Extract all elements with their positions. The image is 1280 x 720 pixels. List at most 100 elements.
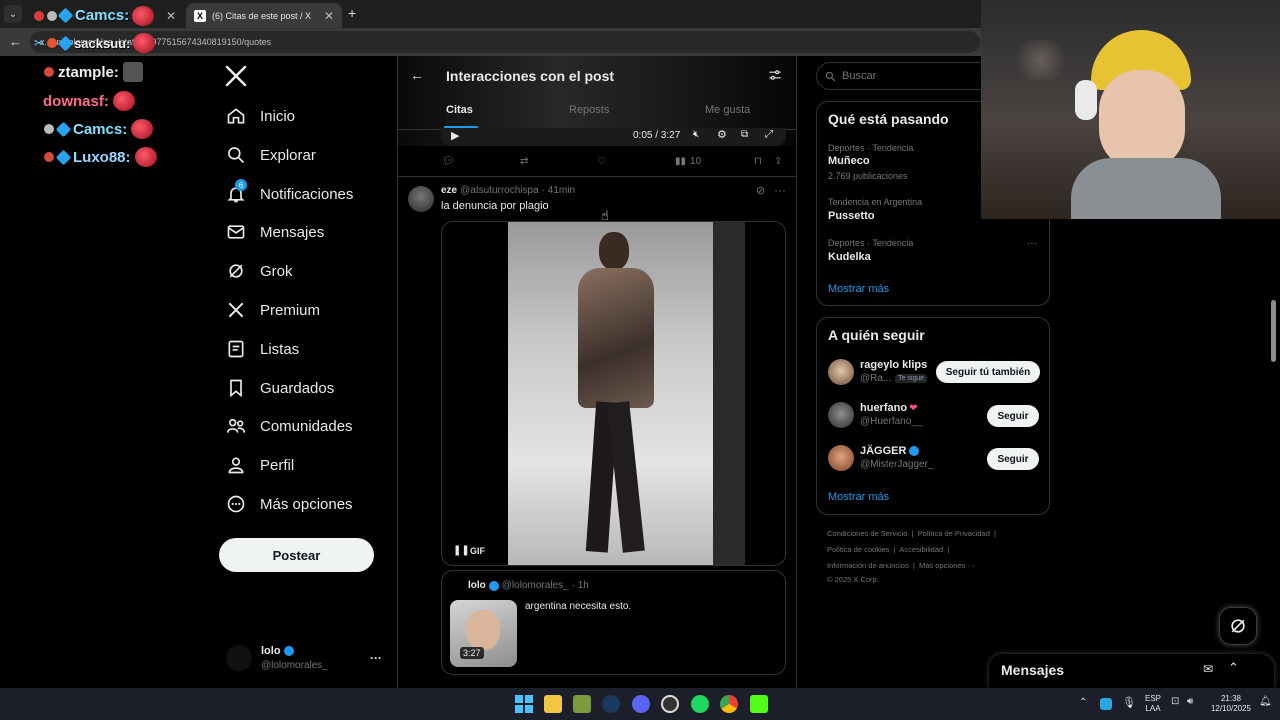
footer-link[interactable]: Condiciones de Servicio	[827, 529, 907, 538]
new-message-icon[interactable]: ✉	[1203, 662, 1213, 676]
steam-icon[interactable]	[602, 695, 620, 713]
tab-list-button[interactable]: ⌄	[4, 5, 22, 23]
avatar[interactable]	[828, 402, 854, 428]
avatar[interactable]	[828, 445, 854, 471]
tweet-header: eze @atsuturrochispa · 41min	[441, 185, 575, 196]
settings-icon[interactable]: ⚙	[717, 128, 727, 141]
back-arrow-icon[interactable]: ←	[410, 67, 424, 83]
follow-name[interactable]: huerfano	[860, 402, 907, 414]
back-arrow-icon[interactable]: ←	[9, 34, 22, 49]
footer-link[interactable]: Política de Privacidad	[918, 529, 990, 538]
post-button[interactable]: Postear	[219, 538, 374, 572]
quoted-post[interactable]: lolo @lolomorales_ · 1h 3:27 argentina n…	[441, 570, 786, 675]
show-more-link[interactable]: Mostrar más	[828, 491, 889, 503]
nav-item-notificaciones[interactable]: 6 Notificaciones	[226, 179, 353, 209]
discord-icon[interactable]	[632, 695, 650, 713]
account-switcher[interactable]: lolo @lolomorales_ ···	[226, 643, 386, 675]
chrome-icon[interactable]	[720, 695, 738, 713]
bookmark-icon[interactable]: ⊓	[754, 156, 762, 167]
kick-icon[interactable]	[750, 695, 768, 713]
main-column: ← Interacciones con el post Citas Repost…	[397, 56, 797, 688]
clock[interactable]: 21:38 12/10/2025	[1206, 694, 1256, 714]
file-explorer-icon[interactable]	[544, 695, 562, 713]
spotify-icon[interactable]	[691, 695, 709, 713]
windows-start-icon[interactable]	[515, 695, 533, 713]
language-code: ESP	[1144, 694, 1161, 703]
follow-name[interactable]: JÄGGER	[860, 445, 906, 457]
like-icon[interactable]: ♡	[597, 156, 606, 167]
nav-item-premium[interactable]: Premium	[226, 295, 320, 325]
language-indicator[interactable]: ESP LAA	[1143, 694, 1163, 714]
mail-icon	[227, 225, 245, 239]
grok-icon[interactable]: ⊘	[756, 184, 765, 197]
tab-me-gusta[interactable]: Me gusta	[705, 104, 750, 116]
footer-link[interactable]: Información de anuncios	[827, 561, 909, 570]
grok-floating-button[interactable]	[1219, 607, 1257, 645]
close-tab-icon[interactable]: ✕	[166, 9, 176, 23]
footer-link[interactable]: Más opciones ···	[919, 561, 975, 570]
footer-link[interactable]: Política de cookies	[827, 545, 890, 554]
play-icon[interactable]: ▶	[451, 129, 459, 142]
nav-item-explorar[interactable]: Explorar	[226, 140, 316, 170]
follows-you-tag: Te sigue	[895, 374, 928, 383]
tweet-gif-media[interactable]: ❚❚ GIF	[441, 221, 786, 566]
nav-item-grok[interactable]: Grok	[226, 256, 293, 286]
tweet-author-name[interactable]: eze	[441, 185, 457, 196]
tweet-author-handle[interactable]: @atsuturrochispa	[460, 185, 539, 196]
tweet-time[interactable]: · 41min	[542, 185, 575, 196]
tab-citas[interactable]: Citas	[446, 104, 473, 116]
nav-item-mensajes[interactable]: Mensajes	[226, 217, 324, 247]
follow-name[interactable]: rageylo klips	[860, 359, 927, 371]
pause-icon[interactable]: ❚❚	[453, 545, 470, 556]
network-icon[interactable]: ⊡	[1171, 696, 1179, 707]
nav-item-perfil[interactable]: Perfil	[226, 450, 294, 480]
share-icon[interactable]: ⇪	[774, 156, 782, 167]
follow-button[interactable]: Seguir	[987, 448, 1039, 470]
notification-bell-icon[interactable]: 🔔︎	[1259, 696, 1272, 707]
minecraft-icon[interactable]	[573, 695, 591, 713]
follow-back-button[interactable]: Seguir tú también	[936, 361, 1040, 383]
nav-item-mas-opciones[interactable]: Más opciones	[226, 489, 353, 519]
browser-tab-camcs[interactable]: Camcs: ✕	[26, 3, 184, 28]
search-input[interactable]: Buscar	[816, 62, 1006, 90]
repost-icon[interactable]: ⇄	[520, 156, 528, 167]
avatar[interactable]	[408, 186, 434, 212]
nav-item-inicio[interactable]: Inicio	[226, 101, 295, 131]
collapse-up-icon[interactable]: ⌃	[1228, 660, 1239, 676]
nav-item-listas[interactable]: Listas	[226, 334, 299, 364]
account-more-icon[interactable]: ···	[370, 651, 382, 665]
close-tab-icon[interactable]: ✕	[324, 9, 334, 23]
nav-item-comunidades[interactable]: Comunidades	[226, 411, 353, 441]
more-options-icon[interactable]: ···	[774, 183, 786, 197]
red-favicon-icon	[34, 10, 44, 21]
fullscreen-icon[interactable]: ⤢	[765, 129, 773, 140]
volume-icon[interactable]: 🔊︎	[1187, 696, 1193, 707]
x-logo-icon[interactable]	[224, 64, 248, 88]
browser-tab-x-quotes[interactable]: X (6) Citas de este post / X ✕	[186, 3, 342, 28]
footer-link[interactable]: Accesibilidad	[899, 545, 943, 554]
trend-more-icon[interactable]: ···	[1027, 238, 1037, 249]
reply-icon[interactable]: 💬︎	[442, 156, 455, 167]
obs-icon[interactable]	[661, 695, 679, 713]
avatar[interactable]	[828, 359, 854, 385]
chat-username: sacksuu:	[74, 35, 131, 51]
follow-button[interactable]: Seguir	[987, 405, 1039, 427]
tray-app-icon[interactable]	[1100, 698, 1112, 710]
home-icon	[227, 108, 245, 124]
popout-icon[interactable]: ⧉	[741, 129, 748, 140]
nav-item-guardados[interactable]: Guardados	[226, 373, 334, 403]
follow-name-row: JÄGGER	[860, 445, 920, 457]
quoted-video-thumbnail[interactable]: 3:27	[450, 600, 517, 667]
microphone-icon[interactable]: 🎙︎	[1122, 696, 1136, 709]
messages-drawer[interactable]: Mensajes ✉ ⌃	[989, 654, 1274, 688]
views-icon[interactable]: ▮▮	[675, 156, 686, 167]
tray-chevron-icon[interactable]: ⌃	[1079, 697, 1087, 708]
footer-row: Información de anuncios | Más opciones ·…	[827, 561, 975, 570]
filter-settings-icon[interactable]	[768, 68, 782, 87]
page-scrollbar[interactable]	[1271, 300, 1276, 362]
new-tab-button[interactable]: +	[348, 5, 356, 21]
mute-icon[interactable]: 🔇︎	[693, 129, 699, 140]
url-field[interactable]: x.com/lolomorales_/status/19775156743408…	[30, 31, 980, 53]
tab-reposts[interactable]: Reposts	[569, 104, 609, 116]
show-more-link[interactable]: Mostrar más	[828, 283, 889, 295]
